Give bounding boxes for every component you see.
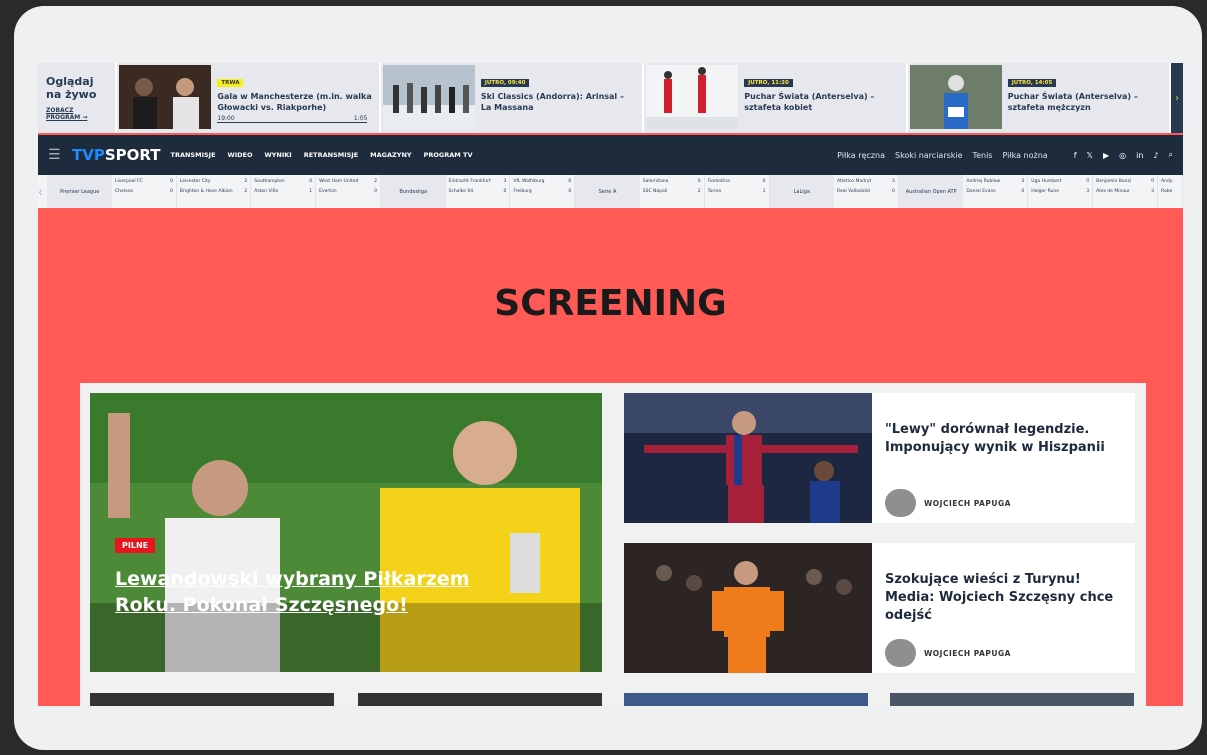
live-time-badge: JUTRO, 14:05 — [1007, 79, 1057, 87]
news-grid: PILNE Lewandowski wybrany Piłkarzem Roku… — [80, 383, 1146, 706]
program-link[interactable]: ZOBACZ PROGRAM → — [46, 107, 107, 121]
live-item[interactable]: JUTRO, 09:40 Ski Classics (Andorra): Ari… — [380, 63, 643, 133]
avatar — [885, 489, 916, 517]
match-card[interactable]: Leicester City 2 Brighton & Hove Albion 2 — [177, 175, 252, 208]
prev-arrow-icon[interactable]: ‹ — [38, 175, 47, 208]
live-thumbnail — [119, 65, 212, 129]
match-card[interactable]: VfL Wolfsburg 6 Freiburg 0 — [510, 175, 576, 208]
match-card[interactable]: Southampton 0 Aston Villa 1 — [251, 175, 317, 208]
live-time-badge: JUTRO, 11:20 — [744, 79, 793, 87]
story-thumbnail[interactable] — [624, 693, 868, 706]
main-story-image — [90, 393, 602, 672]
nav-skoki-narciarskie[interactable]: Skoki narciarskie — [895, 151, 963, 160]
nav-wyniki[interactable]: WYNIKI — [265, 151, 292, 159]
nav-transmisje[interactable]: TRANSMISJE — [171, 151, 216, 159]
match-card[interactable]: Ugo Humbert 0 Holger Rune 3 — [1028, 175, 1094, 208]
nav-program-tv[interactable]: PROGRAM TV — [424, 151, 473, 159]
live-thumbnail — [382, 65, 475, 129]
match-card[interactable]: Andy Robe — [1158, 175, 1183, 208]
match-card[interactable]: Atletico Madryt 3 Real Valladolid 0 — [834, 175, 899, 208]
live-label-line1: Oglądaj — [46, 75, 94, 88]
live-thumbnail — [646, 65, 739, 129]
instagram-icon[interactable]: ◎ — [1119, 151, 1126, 160]
results-bar: ‹ Premier League Liverpool FC 0 Chelsea 0 … — [38, 175, 1183, 208]
live-label-line2: na żywo — [46, 88, 97, 101]
side-story-title: "Lewy" dorównał legendzie. Imponujący wy… — [885, 422, 1105, 455]
author[interactable]: WOJCIECH PAPUGA — [885, 639, 1011, 667]
story-thumbnail[interactable] — [890, 693, 1134, 706]
league-label[interactable]: Australian Open ATP — [898, 175, 964, 208]
side-story-image — [624, 543, 872, 673]
story-thumbnail[interactable] — [358, 693, 602, 706]
side-story-image — [624, 393, 872, 523]
live-time-badge: JUTRO, 09:40 — [480, 79, 530, 87]
league-label[interactable]: LaLiga — [769, 175, 835, 208]
menu-icon[interactable]: ☰ — [48, 147, 62, 163]
side-story[interactable]: "Lewy" dorównał legendzie. Imponujący wy… — [624, 393, 1135, 523]
match-card[interactable]: Benjamin Bonzi 0 Alex de Minaur 3 — [1093, 175, 1159, 208]
twitter-icon[interactable]: 𝕏 — [1087, 151, 1093, 160]
main-story[interactable]: PILNE Lewandowski wybrany Piłkarzem Roku… — [90, 393, 602, 672]
live-item-title: Gala w Manchesterze (m.in. walka Głowack… — [217, 92, 372, 112]
live-item-title: Puchar Świata (Anterselva) – sztafeta ko… — [744, 92, 875, 112]
side-story-title: Szokujące wieści z Turynu! Media: Wojcie… — [885, 572, 1114, 623]
side-story[interactable]: Szokujące wieści z Turynu! Media: Wojcie… — [624, 543, 1135, 673]
live-label[interactable]: Oglądaj na żywo ZOBACZ PROGRAM → — [38, 63, 116, 133]
match-card[interactable]: Eintracht Frankfurt 3 Schalke 04 0 — [446, 175, 511, 208]
author-name: WOJCIECH PAPUGA — [924, 498, 1011, 508]
match-card[interactable]: Fiorentina 0 Torino 1 — [705, 175, 770, 208]
live-bar: Oglądaj na żywo ZOBACZ PROGRAM → TRWA Ga… — [38, 63, 1183, 133]
match-card[interactable]: Salernitana 0 SSC Napoli 2 — [640, 175, 705, 208]
live-status-badge: TRWA — [217, 79, 244, 87]
league-label[interactable]: Serie A — [575, 175, 640, 208]
live-thumbnail — [909, 65, 1002, 129]
match-card[interactable]: West Ham United 2 Everton 0 — [316, 175, 381, 208]
story-thumbnail[interactable] — [90, 693, 334, 706]
nav-tenis[interactable]: Tenis — [973, 151, 993, 160]
page-title: SCREENING — [494, 283, 727, 324]
main-story-title[interactable]: Lewandowski wybrany Piłkarzem Roku. Poko… — [115, 566, 535, 618]
screenshot-card: Oglądaj na żywo ZOBACZ PROGRAM → TRWA Ga… — [14, 6, 1202, 750]
nav-pilka-nozna[interactable]: Piłka nożna — [1002, 151, 1047, 160]
tiktok-icon[interactable]: ♪ — [1153, 151, 1158, 160]
live-item[interactable]: TRWA Gala w Manchesterze (m.in. walka Gł… — [117, 63, 379, 133]
urgent-badge: PILNE — [115, 538, 156, 553]
live-item-title: Ski Classics (Andorra): Arinsal – La Mas… — [480, 92, 624, 112]
live-item[interactable]: JUTRO, 14:05 Puchar Świata (Anterselva) … — [907, 63, 1170, 133]
nav-pilka-reczna[interactable]: Piłka ręczna — [837, 151, 885, 160]
progress-start: 19:00 — [217, 115, 235, 122]
site-header: ☰ TVPSPORT TRANSMISJE WIDEO WYNIKI RETRA… — [38, 135, 1183, 175]
author-name: WOJCIECH PAPUGA — [924, 648, 1011, 658]
author[interactable]: WOJCIECH PAPUGA — [885, 489, 1011, 517]
nav-magazyny[interactable]: MAGAZYNY — [370, 151, 411, 159]
match-card[interactable]: Andriej Rublow 3 Daniel Evans 0 — [963, 175, 1029, 208]
linkedin-icon[interactable]: in — [1136, 151, 1143, 160]
progress-end: 1:05 — [353, 115, 368, 122]
match-card[interactable]: Liverpool FC 0 Chelsea 0 — [112, 175, 177, 208]
next-arrow-icon[interactable]: › — [1171, 63, 1183, 133]
site-logo[interactable]: TVPSPORT — [72, 146, 161, 164]
live-item-title: Puchar Świata (Anterselva) – sztafeta mę… — [1007, 92, 1138, 112]
facebook-icon[interactable]: f — [1074, 151, 1077, 160]
nav-retransmisje[interactable]: RETRANSMISJE — [304, 151, 358, 159]
live-progress: 19:00 1:05 — [217, 115, 368, 123]
avatar — [885, 639, 916, 667]
website-canvas: Oglądaj na żywo ZOBACZ PROGRAM → TRWA Ga… — [38, 63, 1183, 706]
youtube-icon[interactable]: ▶ — [1103, 151, 1109, 160]
league-label[interactable]: Premier League — [47, 175, 112, 208]
live-item[interactable]: JUTRO, 11:20 Puchar Świata (Anterselva) … — [644, 63, 906, 133]
nav-wideo[interactable]: WIDEO — [228, 151, 253, 159]
search-icon[interactable]: ⌕ — [1169, 150, 1173, 160]
league-label[interactable]: Bundesliga — [380, 175, 446, 208]
